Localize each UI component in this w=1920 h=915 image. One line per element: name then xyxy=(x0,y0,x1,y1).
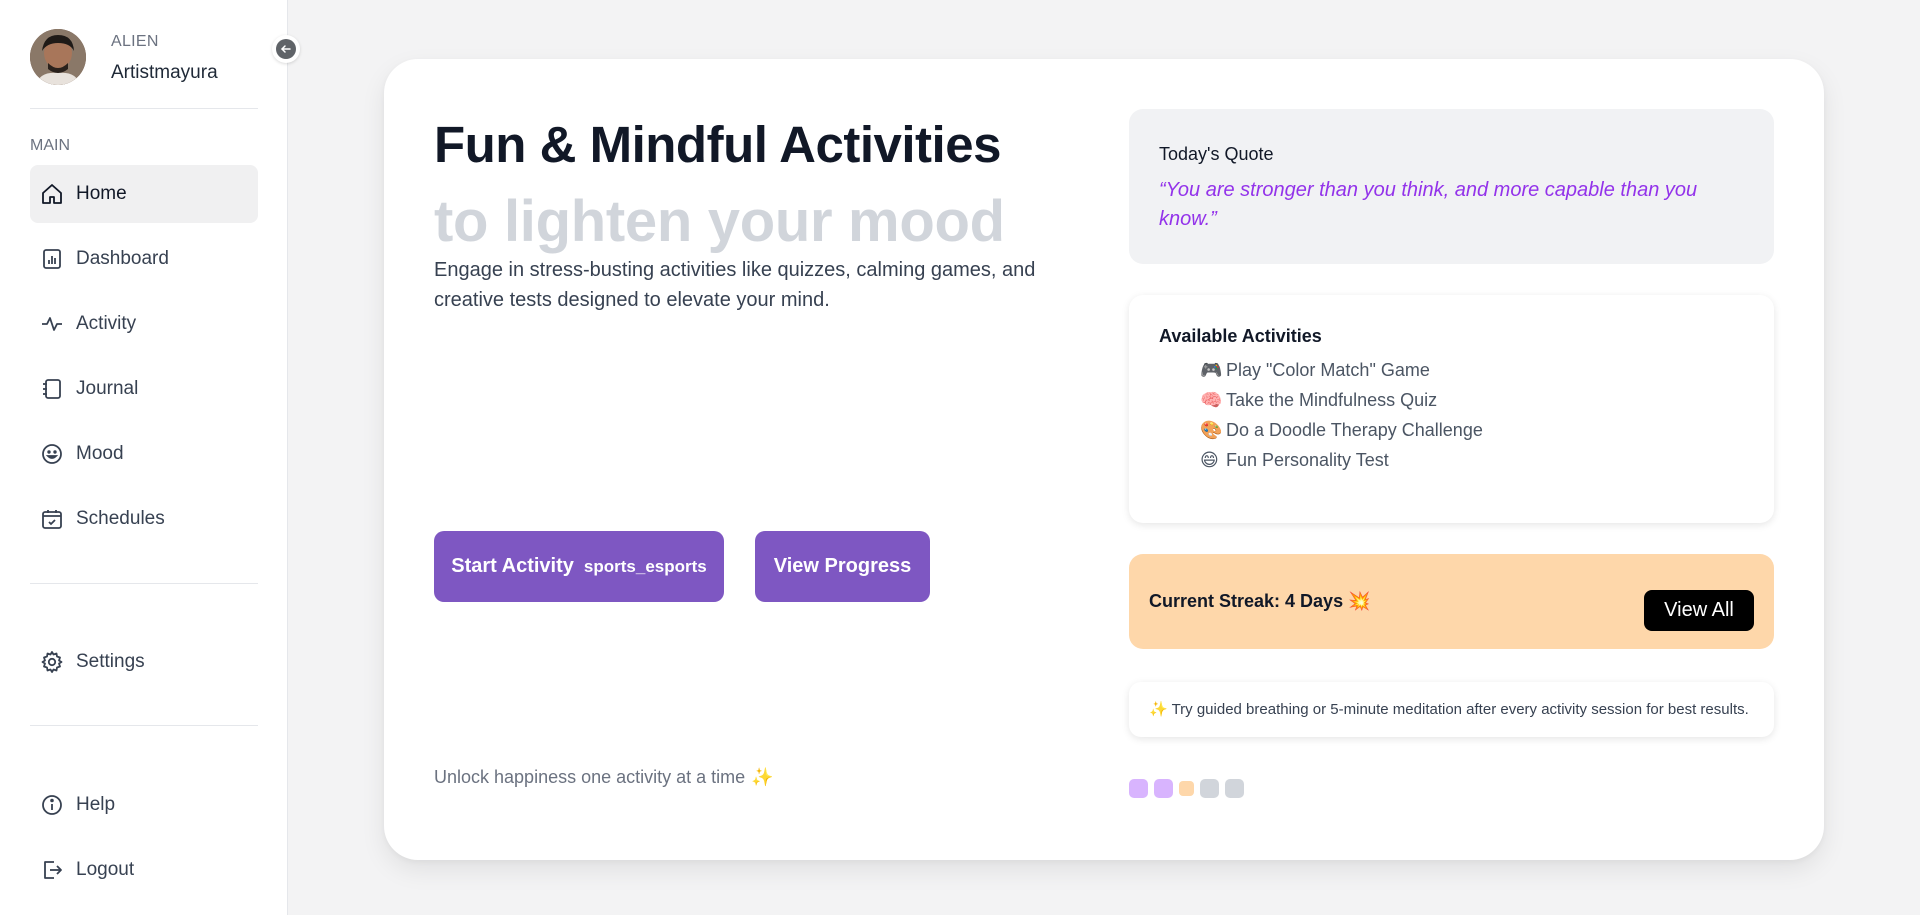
sidebar-item-dashboard[interactable]: Dashboard xyxy=(30,230,258,288)
streak-card: Current Streak: 4 Days 💥 View All xyxy=(1129,554,1774,649)
sidebar-item-label: Settings xyxy=(76,651,145,672)
divider xyxy=(30,583,258,584)
grinning-face-icon: 😄 xyxy=(1200,450,1219,470)
sidebar-item-mood[interactable]: Mood xyxy=(30,425,258,483)
logout-icon xyxy=(40,858,64,882)
profile-section: ALIEN Artistmayura xyxy=(30,29,258,109)
progress-dot xyxy=(1200,779,1219,798)
activity-label: Play "Color Match" Game xyxy=(1226,360,1430,380)
available-activities-card: Available Activities 🎮 Play "Color Match"… xyxy=(1129,295,1774,523)
calendar-check-icon xyxy=(40,507,64,531)
profile-name: Artistmayura xyxy=(111,62,218,83)
start-activity-label: Start Activity xyxy=(451,555,574,577)
quote-title: Today's Quote xyxy=(1159,144,1274,164)
tip-text: ✨ Try guided breathing or 5-minute medit… xyxy=(1149,701,1749,718)
page-subtitle: to lighten your mood xyxy=(434,189,1005,254)
sidebar-item-home[interactable]: Home xyxy=(30,165,258,223)
sidebar: ALIEN Artistmayura MAIN Home Dashboard A… xyxy=(0,0,288,915)
info-icon xyxy=(40,793,64,817)
smiley-icon xyxy=(40,442,64,466)
sidebar-item-schedules[interactable]: Schedules xyxy=(30,490,258,548)
palette-icon: 🎨 xyxy=(1200,420,1223,440)
view-progress-button[interactable]: View Progress xyxy=(755,531,930,602)
activity-list: 🎮 Play "Color Match" Game 🧠 Take the Mindf… xyxy=(1200,355,1483,475)
page-title: Fun & Mindful Activities xyxy=(434,116,1001,173)
list-item[interactable]: 😄 Fun Personality Test xyxy=(1200,445,1483,475)
nav-section-label: MAIN xyxy=(30,137,70,154)
start-activity-button[interactable]: Start Activity sports_esports xyxy=(434,531,724,602)
profile-role: ALIEN xyxy=(111,33,159,50)
tagline: Unlock happiness one activity at a time ✨ xyxy=(434,767,774,788)
sidebar-item-label: Journal xyxy=(76,378,139,399)
tagline-text: Unlock happiness one activity at a time xyxy=(434,767,746,787)
sidebar-item-help[interactable]: Help xyxy=(30,776,258,834)
brain-icon: 🧠 xyxy=(1200,390,1223,410)
divider xyxy=(30,725,258,726)
progress-dot xyxy=(1179,781,1194,796)
bar-chart-icon xyxy=(40,247,64,271)
game-controller-icon: 🎮 xyxy=(1200,360,1223,380)
tip-card: ✨ Try guided breathing or 5-minute medit… xyxy=(1129,682,1774,737)
collapse-sidebar-button[interactable] xyxy=(272,35,300,63)
sidebar-item-label: Home xyxy=(76,183,127,204)
quote-card: Today's Quote “You are stronger than you… xyxy=(1129,109,1774,264)
sidebar-item-label: Activity xyxy=(76,313,137,334)
sidebar-item-label: Help xyxy=(76,794,116,815)
sparkles-icon: ✨ xyxy=(751,767,774,787)
list-item[interactable]: 🎨 Do a Doodle Therapy Challenge xyxy=(1200,415,1483,445)
progress-dot xyxy=(1225,779,1244,798)
quote-text: “You are stronger than you think, and mo… xyxy=(1159,179,1698,230)
progress-dots xyxy=(1129,779,1250,798)
activities-card: Fun & Mindful Activities to lighten your… xyxy=(384,59,1824,860)
sidebar-item-settings[interactable]: Settings xyxy=(30,633,258,691)
list-item[interactable]: 🧠 Take the Mindfulness Quiz xyxy=(1200,385,1483,415)
sidebar-item-logout[interactable]: Logout xyxy=(30,841,258,899)
sidebar-item-activity[interactable]: Activity xyxy=(30,295,258,353)
home-icon xyxy=(40,182,64,206)
arrow-left-icon xyxy=(276,39,296,59)
activity-pulse-icon xyxy=(40,312,64,336)
activity-label: Fun Personality Test xyxy=(1226,450,1389,470)
progress-dot xyxy=(1129,779,1148,798)
notebook-icon xyxy=(40,377,64,401)
sidebar-item-label: Logout xyxy=(76,859,135,880)
sidebar-item-journal[interactable]: Journal xyxy=(30,360,258,418)
sidebar-item-label: Dashboard xyxy=(76,248,169,269)
progress-dot xyxy=(1154,779,1173,798)
list-item[interactable]: 🎮 Play "Color Match" Game xyxy=(1200,355,1483,385)
activity-label: Do a Doodle Therapy Challenge xyxy=(1226,420,1483,440)
activities-title: Available Activities xyxy=(1159,326,1322,346)
streak-text: Current Streak: 4 Days 💥 xyxy=(1149,591,1371,611)
view-all-button[interactable]: View All xyxy=(1644,590,1754,631)
page-description: Engage in stress-busting activities like… xyxy=(434,259,1036,311)
gear-icon xyxy=(40,650,64,674)
activity-label: Take the Mindfulness Quiz xyxy=(1226,390,1438,410)
avatar[interactable] xyxy=(30,29,86,85)
sidebar-item-label: Schedules xyxy=(76,508,165,529)
sidebar-item-label: Mood xyxy=(76,443,124,464)
sports-esports-icon: sports_esports xyxy=(583,556,707,576)
